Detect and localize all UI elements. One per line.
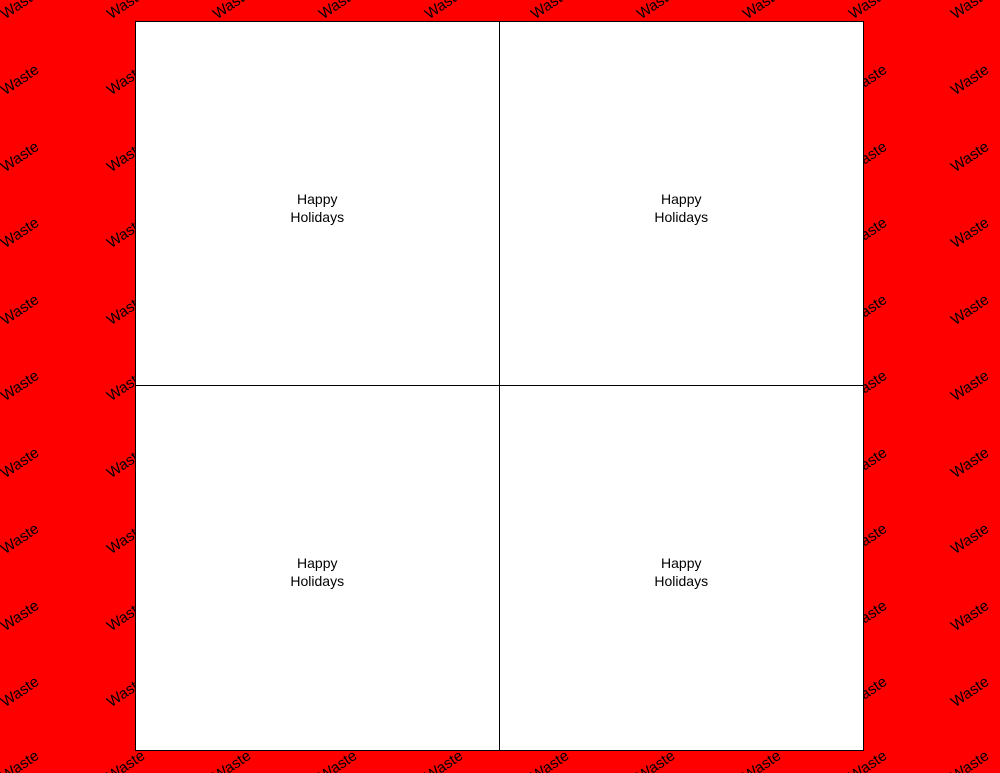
waste-watermark-label: Waste	[527, 0, 573, 23]
waste-watermark-label: Waste	[0, 61, 43, 99]
waste-watermark-label: Waste	[947, 444, 993, 482]
waste-watermark-label: Waste	[947, 747, 993, 773]
waste-watermark-label: Waste	[845, 747, 891, 773]
waste-watermark-label: Waste	[103, 747, 149, 773]
waste-watermark-label: Waste	[947, 61, 993, 99]
waste-watermark-label: Waste	[0, 0, 43, 23]
waste-watermark-label: Waste	[0, 138, 43, 176]
waste-watermark-label: Waste	[947, 0, 993, 23]
card-bottom-right: Happy Holidays	[499, 386, 864, 750]
card-greeting: Happy Holidays	[500, 190, 864, 226]
waste-watermark-label: Waste	[0, 367, 43, 405]
waste-watermark-label: Waste	[315, 747, 361, 773]
waste-watermark-label: Waste	[947, 597, 993, 635]
waste-watermark-label: Waste	[947, 291, 993, 329]
card-top-right: Happy Holidays	[499, 22, 864, 386]
waste-watermark-label: Waste	[209, 0, 255, 23]
card-top-left: Happy Holidays	[136, 22, 500, 386]
greeting-line-2: Holidays	[290, 209, 345, 225]
waste-watermark-label: Waste	[947, 138, 993, 176]
waste-watermark-label: Waste	[739, 0, 785, 23]
waste-watermark-label: Waste	[315, 0, 361, 23]
greeting-line-2: Holidays	[654, 209, 709, 225]
waste-watermark-label: Waste	[947, 367, 993, 405]
waste-watermark-label: Waste	[421, 0, 467, 23]
greeting-line-2: Holidays	[290, 573, 345, 589]
card-bottom-left: Happy Holidays	[136, 386, 500, 750]
greeting-line-1: Happy	[297, 191, 338, 207]
greeting-line-2: Holidays	[654, 573, 709, 589]
waste-watermark-label: Waste	[633, 747, 679, 773]
greeting-line-1: Happy	[661, 191, 702, 207]
waste-watermark-label: Waste	[0, 291, 43, 329]
waste-watermark-label: Waste	[103, 0, 149, 23]
waste-watermark-label: Waste	[421, 747, 467, 773]
waste-watermark-label: Waste	[0, 520, 43, 558]
card-greeting: Happy Holidays	[136, 554, 499, 590]
waste-watermark-label: Waste	[0, 673, 43, 711]
waste-watermark-label: Waste	[0, 444, 43, 482]
waste-watermark-label: Waste	[0, 214, 43, 252]
waste-watermark-label: Waste	[209, 747, 255, 773]
waste-watermark-label: Waste	[633, 0, 679, 23]
waste-watermark-label: Waste	[845, 0, 891, 23]
waste-watermark-label: Waste	[739, 747, 785, 773]
waste-watermark-label: Waste	[527, 747, 573, 773]
waste-watermark-label: Waste	[947, 673, 993, 711]
waste-watermark-label: Waste	[947, 214, 993, 252]
waste-watermark-label: Waste	[0, 597, 43, 635]
waste-watermark-label: Waste	[947, 520, 993, 558]
greeting-line-1: Happy	[297, 555, 338, 571]
card-greeting: Happy Holidays	[500, 554, 864, 590]
card-sheet: Happy Holidays Happy Holidays Happy Holi…	[135, 21, 864, 751]
greeting-line-1: Happy	[661, 555, 702, 571]
card-greeting: Happy Holidays	[136, 190, 499, 226]
waste-watermark-label: Waste	[0, 747, 43, 773]
